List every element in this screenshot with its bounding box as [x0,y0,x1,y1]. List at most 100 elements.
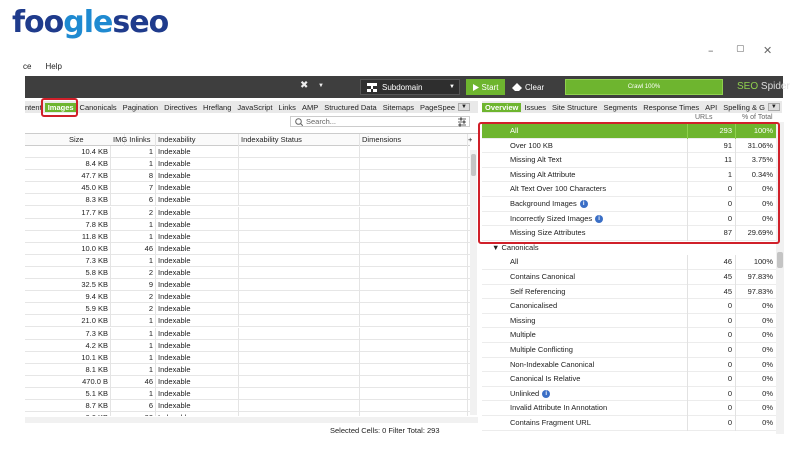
overview-row[interactable]: Canonical Is Relative 0 0% [482,372,778,387]
add-column-button[interactable]: + [468,134,476,146]
search-input[interactable]: Search... [290,116,470,127]
overview-row[interactable]: Unlinked i 0 0% [482,386,778,402]
tab-sitemaps[interactable]: Sitemaps [380,103,417,112]
table-row[interactable]: 7.3 KB 1 Indexable [25,327,470,340]
column-header-indexability[interactable]: Indexability [156,134,239,146]
tab-hreflang[interactable]: Hreflang [200,103,234,112]
tab-spelling-grammar[interactable]: Spelling & G [720,103,768,112]
overview-row-label: Unlinked i [510,387,551,402]
cell-dimensions [360,279,468,292]
clear-button[interactable]: Clear [512,79,556,95]
tab-links[interactable]: Links [275,103,299,112]
cell-indexability-status [239,218,360,231]
cell-img-inlinks: 1 [111,388,156,400]
tab-issues[interactable]: Issues [521,103,549,112]
table-row[interactable]: 8.3 KB 6 Indexable [25,194,470,207]
table-row[interactable]: 7.3 KB 1 Indexable [25,254,470,267]
overview-row[interactable]: All 46 100% [482,255,778,270]
subdomain-label: Subdomain [382,82,423,92]
crawl-progress-bar: Crawl 100% [565,79,723,95]
tab-response-times[interactable]: Response Times [640,103,702,112]
table-row[interactable]: 10.4 KB 1 Indexable [25,146,470,158]
overview-row[interactable]: Invalid Attribute In Annotation 0 0% [482,401,778,416]
table-row[interactable]: 32.5 KB 9 Indexable [25,279,470,292]
table-row[interactable]: 45.0 KB 7 Indexable [25,182,470,195]
column-header-indexability-status[interactable]: Indexability Status [239,134,360,146]
menu-item-partial[interactable]: ce [23,62,31,71]
tab-amp[interactable]: AMP [299,103,321,112]
url-history-chevron-icon[interactable]: ▼ [318,83,324,89]
cell-img-inlinks: 46 [111,375,156,388]
overview-row[interactable]: Multiple Conflicting 0 0% [482,343,778,358]
more-right-tabs-chevron-icon[interactable]: ▼ [767,103,780,111]
tab-structured-data[interactable]: Structured Data [321,103,380,112]
left-table-horizontal-scrollbar[interactable] [25,417,478,423]
overview-row[interactable]: Self Referencing 45 97.83% [482,284,778,300]
search-icon [295,117,303,126]
table-row[interactable]: 8.1 KB 1 Indexable [25,363,470,376]
table-row[interactable]: 47.7 KB 8 Indexable [25,170,470,183]
left-table-scrollbar[interactable] [470,150,477,415]
tab-javascript[interactable]: JavaScript [234,103,275,112]
menu-item-help[interactable]: Help [45,62,61,71]
overview-row[interactable]: Contains Canonical 45 97.83% [482,270,778,285]
cell-indexability-status [239,412,360,416]
tab-api[interactable]: API [702,103,720,112]
cell-indexability: Indexable [156,242,239,255]
table-row[interactable]: 21.0 KB 1 Indexable [25,315,470,328]
column-header-img-inlinks[interactable]: IMG Inlinks [111,134,156,146]
overview-row[interactable]: Non-Indexable Canonical 0 0% [482,357,778,373]
table-row[interactable]: 10.0 KB 46 Indexable [25,242,470,255]
overview-row[interactable]: Multiple 0 0% [482,328,778,343]
overview-row-label: Invalid Attribute In Annotation [510,403,608,413]
overview-row[interactable]: Canonicalised 0 0% [482,299,778,314]
table-row[interactable]: 8.4 KB 1 Indexable [25,158,470,171]
info-icon[interactable]: i [542,389,551,398]
table-row[interactable]: 470.0 B 46 Indexable [25,375,470,388]
clear-url-icon[interactable]: ✖ [300,80,308,91]
subdomain-select[interactable]: Subdomain ▼ [360,79,460,95]
table-row[interactable]: 17.7 KB 2 Indexable [25,206,470,219]
cell-size: 470.0 B [67,375,111,388]
table-row[interactable]: 8.7 KB 6 Indexable [25,400,470,413]
table-row[interactable]: 10.1 KB 1 Indexable [25,351,470,364]
column-header-dimensions[interactable]: Dimensions [360,134,468,146]
column-header-urls: URLs [695,114,713,121]
tab-overview[interactable]: Overview [482,102,522,112]
minimize-button[interactable]: – [708,44,714,57]
maximize-button[interactable]: ▢ [736,44,745,54]
table-row[interactable]: 6.6 KB00Indexable [25,412,470,416]
table-row[interactable]: 7.8 KB 1 Indexable [25,218,470,231]
table-row[interactable]: 9.4 KB 2 Indexable [25,291,470,304]
table-row[interactable]: 5.8 KB 2 Indexable [25,267,470,279]
tab-site-structure[interactable]: Site Structure [549,103,600,112]
more-tabs-chevron-icon[interactable]: ▼ [458,103,470,111]
tab-pagespeed[interactable]: PageSpee [417,103,458,112]
table-row[interactable]: 11.8 KB 1 Indexable [25,230,470,243]
cell-size: 7.8 KB [67,218,111,231]
table-row[interactable]: 4.2 KB 1 Indexable [25,339,470,352]
cell-dimensions [360,242,468,255]
table-row[interactable]: 5.1 KB 1 Indexable [25,388,470,400]
table-row[interactable]: 5.9 KB 2 Indexable [25,303,470,316]
cell-img-inlinks: 7 [111,182,156,195]
overview-row[interactable]: Contains Fragment URL 0 0% [482,416,778,431]
cell-img-inlinks: 1 [111,327,156,340]
filter-settings-icon[interactable] [458,117,466,127]
tab-segments[interactable]: Segments [600,103,640,112]
right-tab-bar: Overview Issues Site Structure Segments … [482,101,782,113]
close-button[interactable]: ✕ [763,44,772,57]
tab-directives[interactable]: Directives [161,103,200,112]
overview-row-label: Contains Canonical [510,272,576,281]
tab-pagination[interactable]: Pagination [120,103,161,112]
start-button[interactable]: Start [466,79,505,95]
scroll-thumb[interactable] [777,252,783,268]
cell-indexability: Indexable [156,388,239,400]
scroll-thumb[interactable] [471,154,476,176]
cell-indexability: Indexable [156,279,239,292]
cell-size: 10.1 KB [67,351,111,364]
tab-canonicals[interactable]: Canonicals [77,103,120,112]
overview-row-percent: 0% [735,416,775,431]
overview-row-percent: 0% [735,313,775,329]
overview-row[interactable]: Missing 0 0% [482,313,778,329]
